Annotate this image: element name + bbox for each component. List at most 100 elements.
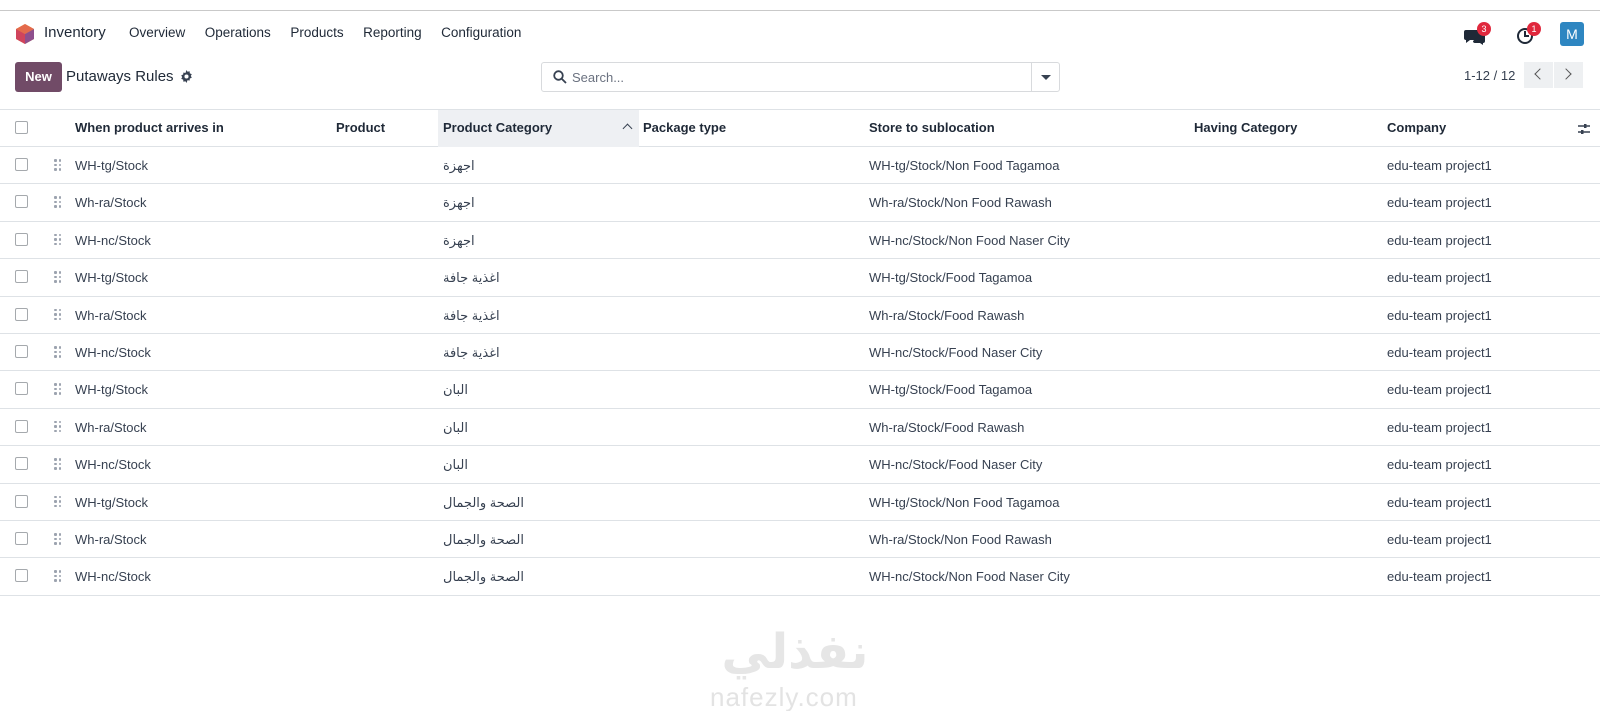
- cell-sublocation: WH-tg/Stock/Food Tagamoa: [869, 382, 1033, 398]
- main-navbar: Inventory Overview Operations Products R…: [0, 11, 1600, 55]
- inventory-app-icon[interactable]: [15, 23, 35, 45]
- column-header-product[interactable]: Product: [336, 120, 385, 135]
- row-checkbox[interactable]: [15, 457, 28, 471]
- activities-button[interactable]: 1: [1515, 22, 1543, 48]
- cell-company: edu-team project1: [1387, 307, 1492, 323]
- drag-handle-icon[interactable]: [54, 271, 62, 283]
- watermark-latin-text: nafezly.com: [710, 682, 858, 711]
- drag-handle-icon[interactable]: [54, 533, 62, 545]
- table-row[interactable]: WH-nc/Stock اجهزة WH-nc/Stock/Non Food Nas…: [0, 222, 1600, 260]
- row-checkbox[interactable]: [15, 195, 28, 209]
- cell-sublocation: WH-tg/Stock/Food Tagamoa: [869, 270, 1033, 286]
- table-row[interactable]: Wh-ra/Stock اجهزة Wh-ra/Stock/Non Food Raw…: [0, 184, 1600, 222]
- drag-handle-icon[interactable]: [54, 233, 62, 246]
- row-checkbox[interactable]: [15, 345, 28, 358]
- cell-location: Wh-ra/Stock: [75, 307, 147, 323]
- drag-handle-icon[interactable]: [54, 159, 62, 171]
- row-checkbox[interactable]: [15, 270, 28, 284]
- cell-product-category: اجهزة: [443, 232, 475, 248]
- table-row[interactable]: WH-tg/Stock اجهزة WH-tg/Stock/Non Food Tag…: [0, 147, 1600, 185]
- table-header: When product arrives in Product Product …: [0, 109, 1600, 147]
- table-row[interactable]: WH-nc/Stock اغذية جافة WH-nc/Stock/Food Na…: [0, 334, 1600, 372]
- drag-handle-icon[interactable]: [54, 495, 62, 508]
- menu-overview[interactable]: Overview: [129, 25, 185, 40]
- messages-badge: 3: [1477, 22, 1491, 36]
- menu-products[interactable]: Products: [290, 25, 343, 40]
- watermark-arabic-text: نفذلي: [722, 624, 869, 680]
- pager-previous-button[interactable]: [1524, 62, 1553, 88]
- cell-location: WH-nc/Stock: [75, 345, 151, 360]
- cell-product-category: اغذية جافة: [443, 270, 500, 286]
- cell-location: WH-tg/Stock: [75, 270, 148, 286]
- cell-sublocation: WH-tg/Stock/Non Food Tagamoa: [869, 494, 1060, 510]
- row-checkbox[interactable]: [15, 382, 28, 396]
- drag-handle-icon[interactable]: [54, 346, 62, 358]
- drag-handle-icon[interactable]: [54, 458, 62, 470]
- table-row[interactable]: WH-tg/Stock البان WH-tg/Stock/Food Tagamoa…: [0, 371, 1600, 409]
- table-row[interactable]: WH-nc/Stock البان WH-nc/Stock/Food Naser C…: [0, 446, 1600, 484]
- cell-company: edu-team project1: [1387, 532, 1492, 547]
- drag-handle-icon[interactable]: [54, 570, 62, 582]
- cell-product-category: البان: [443, 382, 469, 398]
- column-header-having-category[interactable]: Having Category: [1194, 120, 1297, 135]
- cell-location: Wh-ra/Stock: [75, 419, 147, 435]
- activities-badge: 1: [1527, 22, 1541, 36]
- cell-company: edu-team project1: [1387, 345, 1492, 360]
- cell-company: edu-team project1: [1387, 494, 1492, 510]
- user-avatar[interactable]: M: [1560, 22, 1584, 46]
- drag-handle-icon[interactable]: [54, 383, 62, 395]
- row-checkbox[interactable]: [15, 532, 28, 545]
- new-button[interactable]: New: [15, 62, 62, 92]
- drag-handle-icon[interactable]: [54, 420, 62, 433]
- cell-location: Wh-ra/Stock: [75, 532, 147, 547]
- messages-button[interactable]: 3: [1462, 22, 1491, 48]
- cell-company: edu-team project1: [1387, 419, 1492, 435]
- cell-sublocation: WH-nc/Stock/Food Naser City: [869, 345, 1043, 360]
- cell-sublocation: Wh-ra/Stock/Non Food Rawash: [869, 195, 1052, 211]
- pager-next-button[interactable]: [1554, 62, 1583, 88]
- row-checkbox[interactable]: [15, 158, 28, 171]
- cell-product-category: اغذية جافة: [443, 307, 500, 323]
- column-header-company[interactable]: Company: [1387, 120, 1446, 135]
- cell-location: WH-tg/Stock: [75, 382, 148, 398]
- table-row[interactable]: Wh-ra/Stock اغذية جافة Wh-ra/Stock/Food Ra…: [0, 297, 1600, 334]
- drag-handle-icon[interactable]: [54, 196, 62, 208]
- select-all-checkbox[interactable]: [15, 121, 28, 134]
- column-header-product-category[interactable]: Product Category: [443, 120, 552, 135]
- search-input[interactable]: [572, 66, 1012, 88]
- row-checkbox[interactable]: [15, 569, 28, 583]
- page-title: Putaways Rules: [66, 68, 174, 85]
- menu-operations[interactable]: Operations: [205, 25, 271, 40]
- drag-handle-icon[interactable]: [54, 308, 62, 321]
- search-options-toggle[interactable]: [1031, 63, 1059, 91]
- cell-product-category: اغذية جافة: [443, 345, 500, 360]
- caret-down-icon: [1041, 75, 1051, 80]
- row-checkbox[interactable]: [15, 307, 28, 321]
- table-row[interactable]: WH-nc/Stock الصحة والجمال WH-nc/Stock/Non …: [0, 558, 1600, 596]
- app-name[interactable]: Inventory: [44, 24, 106, 41]
- cell-sublocation: WH-nc/Stock/Non Food Naser City: [869, 569, 1070, 585]
- row-checkbox[interactable]: [15, 419, 28, 433]
- cell-location: WH-nc/Stock: [75, 569, 151, 585]
- table-row[interactable]: WH-tg/Stock اغذية جافة WH-tg/Stock/Food Ta…: [0, 259, 1600, 297]
- gear-icon[interactable]: [180, 70, 193, 83]
- cell-sublocation: Wh-ra/Stock/Non Food Rawash: [869, 532, 1052, 547]
- row-checkbox[interactable]: [15, 232, 28, 246]
- table-row[interactable]: Wh-ra/Stock البان Wh-ra/Stock/Food Rawash e…: [0, 409, 1600, 447]
- table-row[interactable]: Wh-ra/Stock الصحة والجمال Wh-ra/Stock/Non …: [0, 521, 1600, 559]
- chevron-right-icon: [1560, 68, 1572, 80]
- optional-columns-icon[interactable]: [1576, 121, 1592, 137]
- column-header-package-type[interactable]: Package type: [643, 120, 726, 135]
- cell-sublocation: WH-tg/Stock/Non Food Tagamoa: [869, 158, 1060, 173]
- main-menu: Overview Operations Products Reporting C…: [129, 25, 541, 40]
- table-row[interactable]: WH-tg/Stock الصحة والجمال WH-tg/Stock/Non …: [0, 484, 1600, 521]
- cell-product-category: الصحة والجمال: [443, 532, 524, 547]
- cell-location: WH-nc/Stock: [75, 232, 151, 248]
- column-header-location[interactable]: When product arrives in: [75, 120, 224, 135]
- cell-company: edu-team project1: [1387, 569, 1492, 585]
- menu-configuration[interactable]: Configuration: [441, 25, 521, 40]
- menu-reporting[interactable]: Reporting: [363, 25, 422, 40]
- pager-value[interactable]: 1-12 / 12: [1464, 68, 1515, 83]
- column-header-sublocation[interactable]: Store to sublocation: [869, 120, 995, 135]
- row-checkbox[interactable]: [15, 494, 28, 508]
